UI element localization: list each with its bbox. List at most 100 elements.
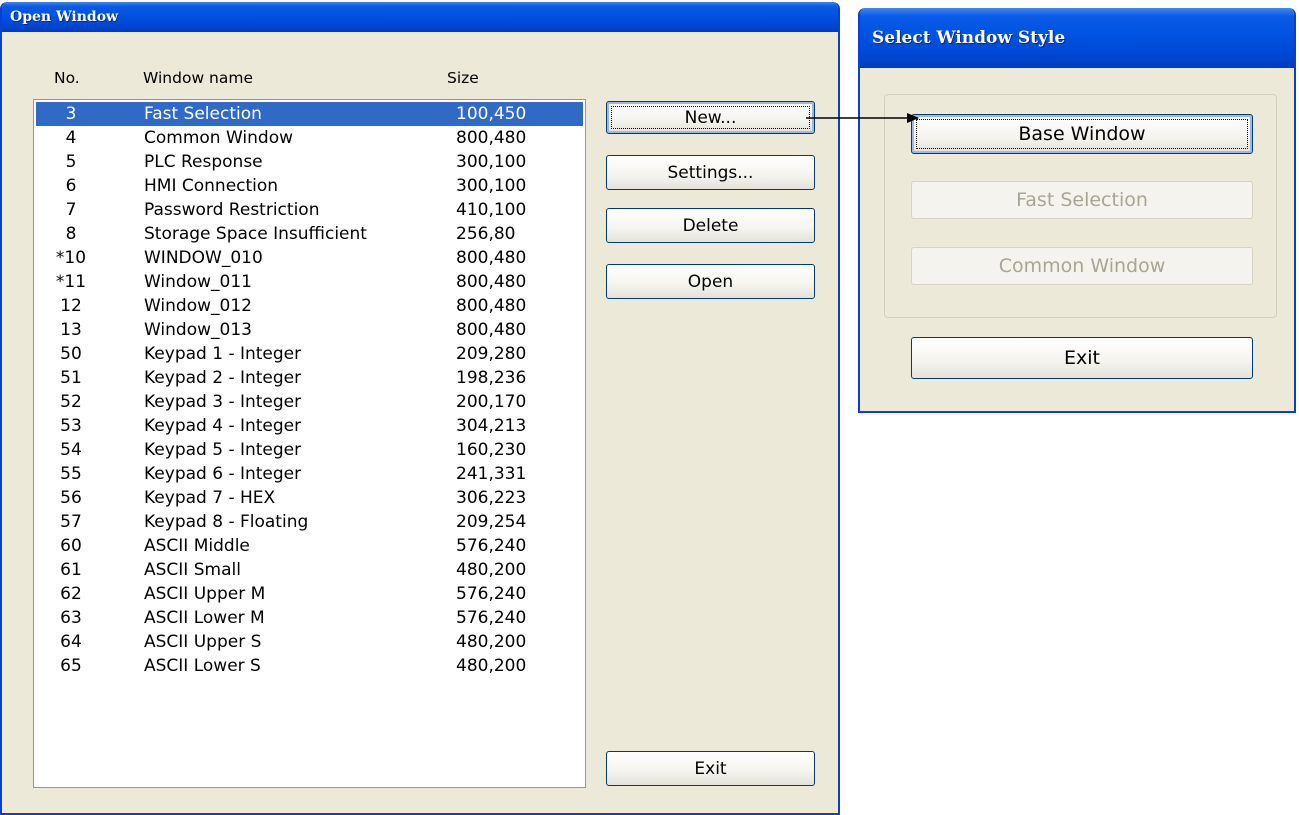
- new-button-label: New...: [684, 107, 737, 128]
- list-item[interactable]: 50 Keypad 1 - Integer 209,280: [36, 342, 583, 366]
- settings-button[interactable]: Settings...: [606, 155, 815, 190]
- list-item[interactable]: 5 PLC Response 300,100: [36, 150, 583, 174]
- list-item[interactable]: 65 ASCII Lower S 480,200: [36, 654, 583, 678]
- list-item-size: 480,200: [456, 656, 527, 676]
- list-item[interactable]: 12 Window_012 800,480: [36, 294, 583, 318]
- open-button-label: Open: [687, 271, 734, 292]
- list-item-name: Keypad 4 - Integer: [144, 416, 302, 436]
- list-item[interactable]: 52 Keypad 3 - Integer 200,170: [36, 390, 583, 414]
- list-item-no: 55: [60, 464, 82, 484]
- common-window-button-label: Common Window: [998, 255, 1166, 277]
- open-window-titlebar[interactable]: Open Window: [2, 2, 838, 32]
- list-item-no: 6: [65, 176, 77, 196]
- list-item-no: 4: [65, 128, 77, 148]
- list-item[interactable]: 8 Storage Space Insufficient 256,80: [36, 222, 583, 246]
- list-item-no: 50: [60, 344, 82, 364]
- list-item-size: 198,236: [456, 368, 527, 388]
- list-item[interactable]: 63 ASCII Lower M 576,240: [36, 606, 583, 630]
- list-item-name: Window_013: [144, 320, 252, 340]
- list-item-size: 300,100: [456, 176, 527, 196]
- list-item-no: 5: [65, 152, 77, 172]
- list-item-name: ASCII Upper M: [144, 584, 266, 604]
- list-item[interactable]: 62 ASCII Upper M 576,240: [36, 582, 583, 606]
- base-window-button[interactable]: Base Window: [911, 114, 1253, 154]
- list-item-size: 800,480: [456, 272, 527, 292]
- list-item[interactable]: 3 Fast Selection 100,450: [36, 102, 583, 126]
- list-item-name: Keypad 7 - HEX: [144, 488, 276, 508]
- fast-selection-button[interactable]: Fast Selection: [911, 181, 1253, 219]
- style-window-titlebar[interactable]: Select Window Style: [860, 8, 1294, 68]
- delete-button[interactable]: Delete: [606, 208, 815, 243]
- list-item[interactable]: 54 Keypad 5 - Integer 160,230: [36, 438, 583, 462]
- list-item[interactable]: *11 Window_011 800,480: [36, 270, 583, 294]
- list-item-no: 3: [65, 104, 77, 124]
- window-list[interactable]: 3 Fast Selection 100,450 4 Common Window 800,…: [33, 99, 586, 788]
- exit-button-label: Exit: [694, 758, 727, 779]
- list-item-name: Keypad 2 - Integer: [144, 368, 302, 388]
- list-item[interactable]: 61 ASCII Small 480,200: [36, 558, 583, 582]
- list-item-no: 65: [60, 656, 82, 676]
- list-item-size: 304,213: [456, 416, 527, 436]
- list-item-name: ASCII Lower S: [144, 656, 261, 676]
- list-item[interactable]: 55 Keypad 6 - Integer 241,331: [36, 462, 583, 486]
- list-item-size: 300,100: [456, 152, 527, 172]
- list-item[interactable]: 53 Keypad 4 - Integer 304,213: [36, 414, 583, 438]
- list-item-no: 61: [60, 560, 82, 580]
- style-exit-button[interactable]: Exit: [911, 337, 1253, 379]
- open-button[interactable]: Open: [606, 264, 815, 299]
- list-item[interactable]: 60 ASCII Middle 576,240: [36, 534, 583, 558]
- settings-button-label: Settings...: [667, 162, 754, 183]
- column-header-size: Size: [447, 69, 479, 87]
- list-item-size: 576,240: [456, 536, 527, 556]
- list-item-size: 209,280: [456, 344, 527, 364]
- list-item-size: 410,100: [456, 200, 527, 220]
- list-item-no: 8: [65, 224, 77, 244]
- list-item[interactable]: 56 Keypad 7 - HEX 306,223: [36, 486, 583, 510]
- list-item-name: ASCII Middle: [144, 536, 250, 556]
- list-item-name: Common Window: [144, 128, 293, 148]
- list-item-no: 52: [60, 392, 82, 412]
- list-item[interactable]: *10 WINDOW_010 800,480: [36, 246, 583, 270]
- list-item[interactable]: 6 HMI Connection 300,100: [36, 174, 583, 198]
- fast-selection-button-label: Fast Selection: [1016, 189, 1148, 211]
- list-item-size: 800,480: [456, 248, 527, 268]
- list-item[interactable]: 64 ASCII Upper S 480,200: [36, 630, 583, 654]
- list-item-no: 12: [60, 296, 82, 316]
- list-item-no: 60: [60, 536, 82, 556]
- list-item-no: 63: [60, 608, 82, 628]
- delete-button-label: Delete: [682, 215, 739, 236]
- list-item-size: 200,170: [456, 392, 527, 412]
- list-item-size: 800,480: [456, 296, 527, 316]
- list-item-size: 306,223: [456, 488, 527, 508]
- list-item-name: Keypad 5 - Integer: [144, 440, 302, 460]
- common-window-button[interactable]: Common Window: [911, 247, 1253, 285]
- list-item-no: 54: [60, 440, 82, 460]
- list-item-no: *10: [55, 248, 87, 268]
- column-header-name: Window name: [143, 69, 253, 87]
- list-item[interactable]: 57 Keypad 8 - Floating 209,254: [36, 510, 583, 534]
- style-exit-button-label: Exit: [1064, 347, 1100, 369]
- list-item[interactable]: 51 Keypad 2 - Integer 198,236: [36, 366, 583, 390]
- list-item-name: Window_011: [144, 272, 252, 292]
- list-item-size: 576,240: [456, 584, 527, 604]
- open-window-dialog: Open Window No. Window name Size 3 Fast S…: [0, 2, 840, 815]
- list-item-no: 53: [60, 416, 82, 436]
- list-item-name: ASCII Lower M: [144, 608, 265, 628]
- list-item[interactable]: 4 Common Window 800,480: [36, 126, 583, 150]
- exit-button[interactable]: Exit: [606, 751, 815, 786]
- new-button[interactable]: New...: [606, 101, 815, 134]
- list-item-size: 576,240: [456, 608, 527, 628]
- list-item[interactable]: 13 Window_013 800,480: [36, 318, 583, 342]
- list-item-size: 160,230: [456, 440, 527, 460]
- list-item-size: 241,331: [456, 464, 527, 484]
- list-item-size: 100,450: [456, 104, 527, 124]
- list-item-name: Keypad 3 - Integer: [144, 392, 302, 412]
- list-item-name: Keypad 1 - Integer: [144, 344, 302, 364]
- column-header-no: No.: [54, 69, 80, 87]
- list-item-name: PLC Response: [144, 152, 263, 172]
- list-item-no: 13: [60, 320, 82, 340]
- list-item-no: 57: [60, 512, 82, 532]
- list-item-name: Fast Selection: [144, 104, 262, 124]
- list-item-name: ASCII Upper S: [144, 632, 262, 652]
- list-item[interactable]: 7 Password Restriction 410,100: [36, 198, 583, 222]
